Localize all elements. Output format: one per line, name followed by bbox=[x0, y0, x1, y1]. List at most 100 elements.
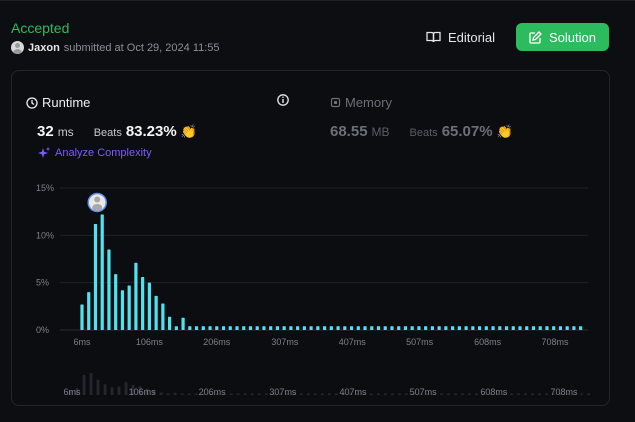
x-tick-label: 106ms bbox=[136, 337, 164, 347]
bar[interactable] bbox=[309, 326, 313, 330]
bar[interactable] bbox=[504, 326, 509, 330]
bar[interactable] bbox=[127, 285, 131, 330]
bar[interactable] bbox=[147, 282, 151, 330]
bar[interactable] bbox=[336, 326, 340, 330]
bar[interactable] bbox=[289, 326, 293, 330]
bar[interactable] bbox=[376, 326, 381, 330]
bar[interactable] bbox=[383, 326, 387, 330]
bar[interactable] bbox=[194, 326, 199, 330]
bar[interactable] bbox=[174, 326, 178, 330]
bar[interactable] bbox=[242, 326, 246, 330]
bar[interactable] bbox=[235, 326, 239, 330]
overview-bar bbox=[299, 393, 303, 395]
bar[interactable] bbox=[201, 326, 205, 330]
bar[interactable] bbox=[531, 326, 536, 330]
user-position-avatar-body bbox=[92, 204, 103, 212]
bar[interactable] bbox=[87, 292, 91, 330]
bar[interactable] bbox=[296, 326, 300, 330]
bar[interactable] bbox=[397, 326, 401, 330]
bar[interactable] bbox=[269, 326, 273, 330]
overview-bar bbox=[187, 393, 191, 395]
bar[interactable] bbox=[356, 326, 360, 330]
bar[interactable] bbox=[188, 326, 192, 330]
x-tick-label: 206ms bbox=[203, 337, 231, 347]
bar[interactable] bbox=[93, 223, 98, 330]
bar[interactable] bbox=[120, 290, 125, 330]
overview-bar bbox=[334, 393, 338, 395]
overview-tick-label: 708ms bbox=[550, 387, 578, 397]
bar[interactable] bbox=[215, 326, 219, 330]
overview-bar bbox=[404, 393, 408, 395]
bar[interactable] bbox=[161, 303, 165, 330]
bar[interactable] bbox=[430, 326, 435, 330]
overview-bar bbox=[89, 373, 93, 395]
bar[interactable] bbox=[316, 326, 320, 330]
overview-bar bbox=[545, 393, 548, 395]
bar[interactable] bbox=[255, 326, 259, 330]
bar[interactable] bbox=[80, 304, 84, 330]
bar[interactable] bbox=[154, 295, 158, 330]
bar[interactable] bbox=[221, 326, 226, 330]
overview-bar bbox=[264, 393, 268, 395]
bar[interactable] bbox=[363, 326, 367, 330]
bar[interactable] bbox=[579, 326, 583, 330]
x-tick-label: 6ms bbox=[73, 337, 91, 347]
bar[interactable] bbox=[410, 326, 414, 330]
bar[interactable] bbox=[329, 326, 333, 330]
overview-bar bbox=[257, 393, 261, 395]
bar[interactable] bbox=[181, 317, 185, 330]
bar[interactable] bbox=[457, 326, 461, 330]
overview-bar bbox=[110, 387, 114, 395]
bar[interactable] bbox=[275, 326, 280, 330]
bar[interactable] bbox=[572, 326, 576, 330]
bar[interactable] bbox=[262, 326, 266, 330]
x-tick-label: 407ms bbox=[339, 337, 367, 347]
bar[interactable] bbox=[464, 326, 468, 330]
bar[interactable] bbox=[437, 326, 441, 330]
bar[interactable] bbox=[141, 276, 145, 330]
bar[interactable] bbox=[370, 326, 374, 330]
bar[interactable] bbox=[248, 326, 253, 330]
overview-bar bbox=[531, 393, 534, 395]
bar[interactable] bbox=[107, 249, 111, 330]
bar[interactable] bbox=[322, 326, 327, 330]
bar[interactable] bbox=[525, 326, 529, 330]
bar[interactable] bbox=[511, 326, 515, 330]
bar[interactable] bbox=[565, 326, 569, 330]
overview-bar bbox=[376, 393, 380, 395]
bar[interactable] bbox=[134, 262, 138, 330]
bar[interactable] bbox=[417, 326, 421, 330]
bar[interactable] bbox=[477, 326, 482, 330]
bar[interactable] bbox=[343, 326, 347, 330]
overview-tick-label: 106ms bbox=[129, 387, 157, 397]
overview-tick-label: 608ms bbox=[480, 387, 508, 397]
bar[interactable] bbox=[208, 326, 212, 330]
overview-bar bbox=[117, 386, 121, 395]
bar[interactable] bbox=[498, 326, 502, 330]
bar[interactable] bbox=[545, 326, 549, 330]
bar[interactable] bbox=[484, 326, 488, 330]
bar[interactable] bbox=[168, 316, 172, 330]
bar[interactable] bbox=[444, 326, 448, 330]
bar[interactable] bbox=[282, 326, 286, 330]
bar[interactable] bbox=[451, 326, 455, 330]
bar[interactable] bbox=[100, 214, 104, 330]
bar[interactable] bbox=[390, 326, 394, 330]
bar[interactable] bbox=[558, 326, 563, 330]
bar[interactable] bbox=[471, 326, 475, 330]
bar[interactable] bbox=[349, 326, 354, 330]
x-tick-label: 608ms bbox=[474, 337, 502, 347]
bar[interactable] bbox=[518, 326, 522, 330]
bar[interactable] bbox=[552, 326, 556, 330]
bar[interactable] bbox=[403, 326, 408, 330]
bar[interactable] bbox=[538, 326, 542, 330]
bar[interactable] bbox=[114, 274, 118, 330]
y-tick-label: 0% bbox=[36, 325, 49, 335]
overview-tick-label: 307ms bbox=[269, 387, 297, 397]
overview-bar bbox=[96, 379, 100, 395]
bar[interactable] bbox=[491, 326, 495, 330]
bar[interactable] bbox=[302, 326, 306, 330]
bar[interactable] bbox=[228, 326, 232, 330]
bar[interactable] bbox=[424, 326, 428, 330]
overview-tick-label: 507ms bbox=[410, 387, 438, 397]
